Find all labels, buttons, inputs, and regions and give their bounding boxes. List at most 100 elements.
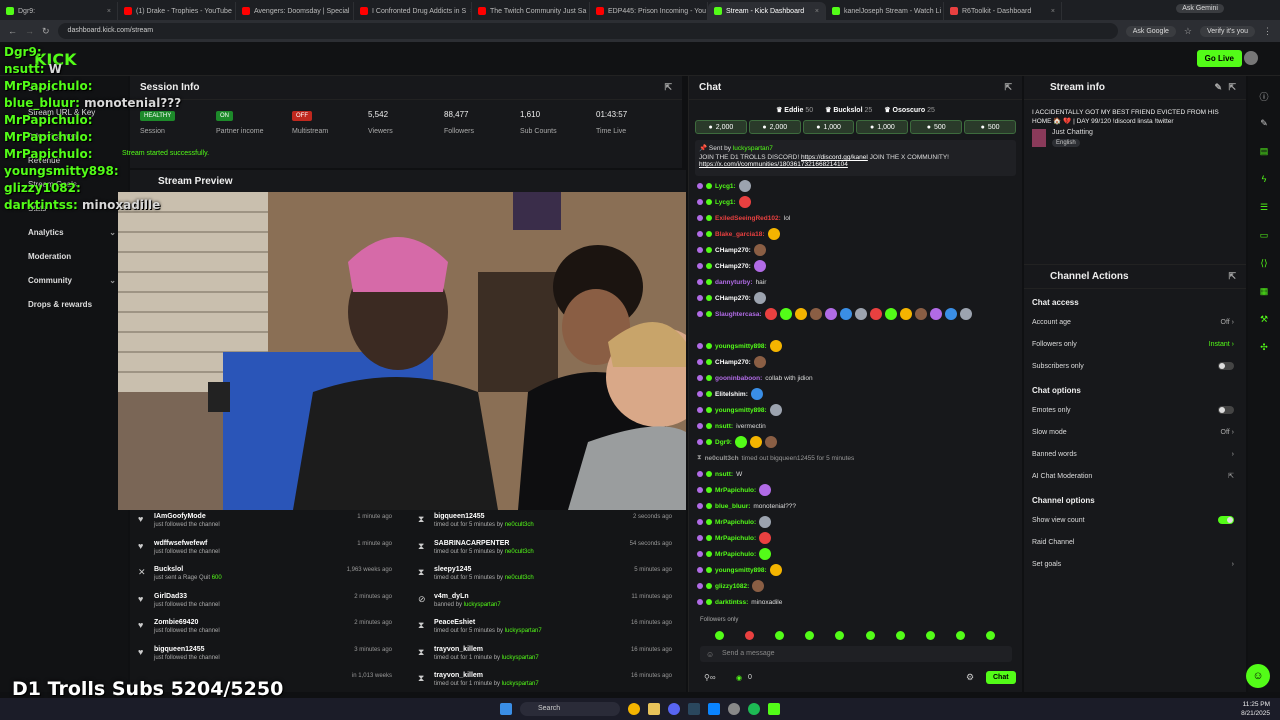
popout-icon[interactable]: ⇱	[1004, 82, 1012, 93]
discord-icon[interactable]	[668, 703, 680, 715]
sub-count-chip[interactable]: ● 2,000	[748, 120, 801, 134]
tab-close-icon[interactable]: ×	[107, 8, 111, 15]
chat-username[interactable]: CHamp270:	[715, 263, 751, 270]
list-icon[interactable]: ☰	[1257, 202, 1271, 216]
emote-icon[interactable]	[865, 631, 875, 640]
channel-option[interactable]: Subscribers only	[1024, 355, 1246, 377]
taskbar-search[interactable]: Search	[520, 702, 620, 716]
emote-icon[interactable]	[835, 631, 845, 640]
pen-icon[interactable]: ✎	[1257, 118, 1271, 132]
chat-username[interactable]: Blake_garcia18:	[715, 231, 765, 238]
video-player[interactable]	[118, 192, 686, 510]
pinned-link-1[interactable]: https://discord.gg/kanel	[801, 154, 868, 161]
emote-icon[interactable]	[925, 631, 935, 640]
chat-username[interactable]: youngsmitty898:	[715, 567, 767, 574]
server-icon[interactable]: ▦	[1257, 286, 1271, 300]
chrome-icon[interactable]	[628, 703, 640, 715]
tab-close-icon[interactable]: ×	[1051, 8, 1055, 15]
chat-username[interactable]: Slaughtercasa:	[715, 311, 762, 318]
browser-tab[interactable]: (1) Drake - Trophies - YouTube×	[118, 2, 236, 20]
chat-username[interactable]: ExiledSeeingRed102:	[715, 215, 781, 222]
browser-tab[interactable]: Stream - Kick Dashboard ×	[708, 2, 826, 20]
gift-icon[interactable]: ⚲∞	[704, 673, 716, 682]
go-live-button[interactable]: Go Live	[1196, 50, 1242, 67]
ask-google-button[interactable]: Ask Google	[1125, 25, 1176, 37]
chat-username[interactable]: darktintss:	[715, 599, 748, 606]
chat-username[interactable]: Dgr9:	[715, 439, 732, 446]
chat-username[interactable]: Elitelshim:	[715, 391, 748, 398]
channel-option[interactable]: Emotes only	[1024, 399, 1246, 421]
sub-count-chip[interactable]: ● 500	[910, 120, 963, 134]
help-chat-icon[interactable]: ☺	[1246, 664, 1270, 688]
channel-option[interactable]: Banned words ›	[1024, 443, 1246, 465]
chat-username[interactable]: MrPapichulo:	[715, 487, 756, 494]
top-gifter[interactable]: ♛ Ososcuro 25	[884, 106, 935, 114]
sidebar-item[interactable]: Drops & rewards	[0, 292, 128, 316]
chat-username[interactable]: Lycg1:	[715, 199, 736, 206]
forward-icon[interactable]: →	[25, 26, 34, 36]
emoji-icon[interactable]: ☺	[706, 650, 714, 659]
puzzle-icon[interactable]: ✣	[1257, 342, 1271, 356]
channel-option[interactable]: Account age Off ›	[1024, 311, 1246, 333]
ask-gemini-button[interactable]: Ask Gemini	[1176, 4, 1224, 13]
popout-icon[interactable]: ⇱	[664, 82, 672, 93]
pinned-link-2[interactable]: https://x.com/i/communities/180361732166…	[699, 161, 848, 168]
bolt-icon[interactable]: ϟ	[1257, 174, 1271, 188]
steam-icon[interactable]	[688, 703, 700, 715]
popout-icon[interactable]: ⇱	[1228, 82, 1236, 93]
browser-tab[interactable]: EDP445: Prison Incoming - You×	[590, 2, 708, 20]
code-icon[interactable]: ⟨⟩	[1257, 258, 1271, 272]
category-name[interactable]: Just Chatting	[1052, 129, 1093, 136]
sidebar-item[interactable]: Community ⌄	[0, 268, 128, 292]
channel-option[interactable]: Show view count	[1024, 509, 1246, 531]
browser-tab[interactable]: I Confronted Drug Addicts in S×	[354, 2, 472, 20]
browser-tab[interactable]: Avengers: Doomsday | Special×	[236, 2, 354, 20]
chat-username[interactable]: MrPapichulo:	[715, 519, 756, 526]
emote-icon[interactable]	[956, 631, 966, 640]
folder-icon[interactable]	[648, 703, 660, 715]
channel-option[interactable]: Slow mode Off ›	[1024, 421, 1246, 443]
chat-username[interactable]: dannyturby:	[715, 279, 753, 286]
sub-count-chip[interactable]: ● 1,000	[802, 120, 855, 134]
reload-icon[interactable]: ↻	[42, 26, 50, 37]
sidebar-item[interactable]: Moderation	[0, 244, 128, 268]
sidebar-item[interactable]: Analytics ⌄	[0, 220, 128, 244]
chat-username[interactable]: CHamp270:	[715, 247, 751, 254]
windows-start-icon[interactable]	[500, 703, 512, 715]
back-icon[interactable]: ←	[8, 26, 17, 36]
app-icon[interactable]	[708, 703, 720, 715]
sub-count-chip[interactable]: ● 2,000	[695, 120, 747, 134]
info-icon[interactable]: ⓘ	[1257, 90, 1271, 104]
browser-tab[interactable]: R6Toolkit - Dashboard ×	[944, 2, 1062, 20]
channel-option[interactable]: AI Chat Moderation ⇱	[1024, 465, 1246, 487]
spotify-icon[interactable]	[748, 703, 760, 715]
verify-button[interactable]: Verify it's you	[1199, 25, 1255, 37]
channel-option[interactable]: Followers only Instant ›	[1024, 333, 1246, 355]
chat-username[interactable]: MrPapichulo:	[715, 551, 756, 558]
emote-icon[interactable]	[774, 631, 784, 640]
tab-close-icon[interactable]: ×	[815, 8, 819, 15]
pinned-user[interactable]: luckyspartan7	[733, 145, 773, 152]
chat-username[interactable]: youngsmitty898:	[715, 407, 767, 414]
browser-tab[interactable]: kanelJoseph Stream - Watch Li×	[826, 2, 944, 20]
emote-icon[interactable]	[744, 631, 754, 640]
chat-username[interactable]: Lycg1:	[715, 183, 736, 190]
browser-tab[interactable]: The Twitch Community Just Sa×	[472, 2, 590, 20]
edit-icon[interactable]: ✎	[1214, 82, 1222, 93]
toggle-switch[interactable]	[1218, 406, 1234, 414]
emote-icon[interactable]	[986, 631, 996, 640]
emote-icon[interactable]	[714, 631, 724, 640]
system-clock[interactable]: 11:25 PM 8/21/2025	[1241, 700, 1270, 718]
settings-icon[interactable]: ⚙	[966, 672, 974, 683]
chat-username[interactable]: gooninbaboon:	[715, 375, 762, 382]
chat-username[interactable]: CHamp270:	[715, 359, 751, 366]
url-field[interactable]: dashboard.kick.com/stream	[57, 23, 1118, 39]
toggle-switch[interactable]	[1218, 516, 1234, 524]
send-chat-button[interactable]: Chat	[986, 671, 1016, 684]
top-gifter[interactable]: ♛ Buckslol 25	[825, 106, 872, 114]
avatar[interactable]	[1244, 51, 1258, 65]
channel-option[interactable]: Raid Channel	[1024, 531, 1246, 553]
tool-icon[interactable]: ⚒	[1257, 314, 1271, 328]
chat-username[interactable]: glizzy1082:	[715, 583, 749, 590]
channel-option[interactable]: Set goals ›	[1024, 553, 1246, 575]
